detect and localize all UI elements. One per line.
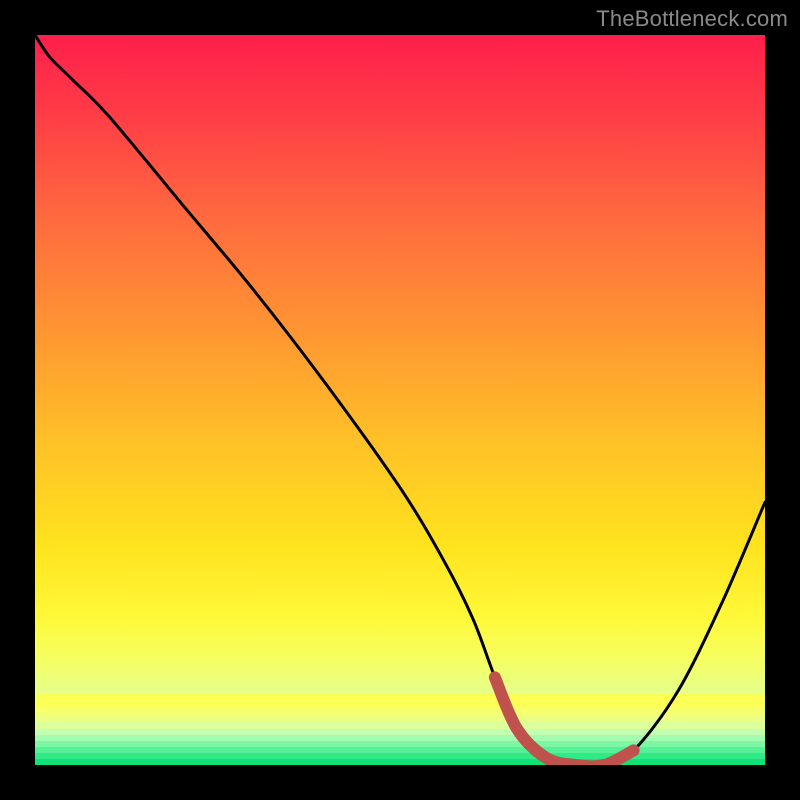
highlight-segment [495, 677, 634, 765]
plot-area [35, 35, 765, 765]
chart-frame: TheBottleneck.com [0, 0, 800, 800]
bottleneck-curve [35, 35, 765, 765]
watermark-text: TheBottleneck.com [596, 6, 788, 32]
chart-curve-layer [35, 35, 765, 765]
